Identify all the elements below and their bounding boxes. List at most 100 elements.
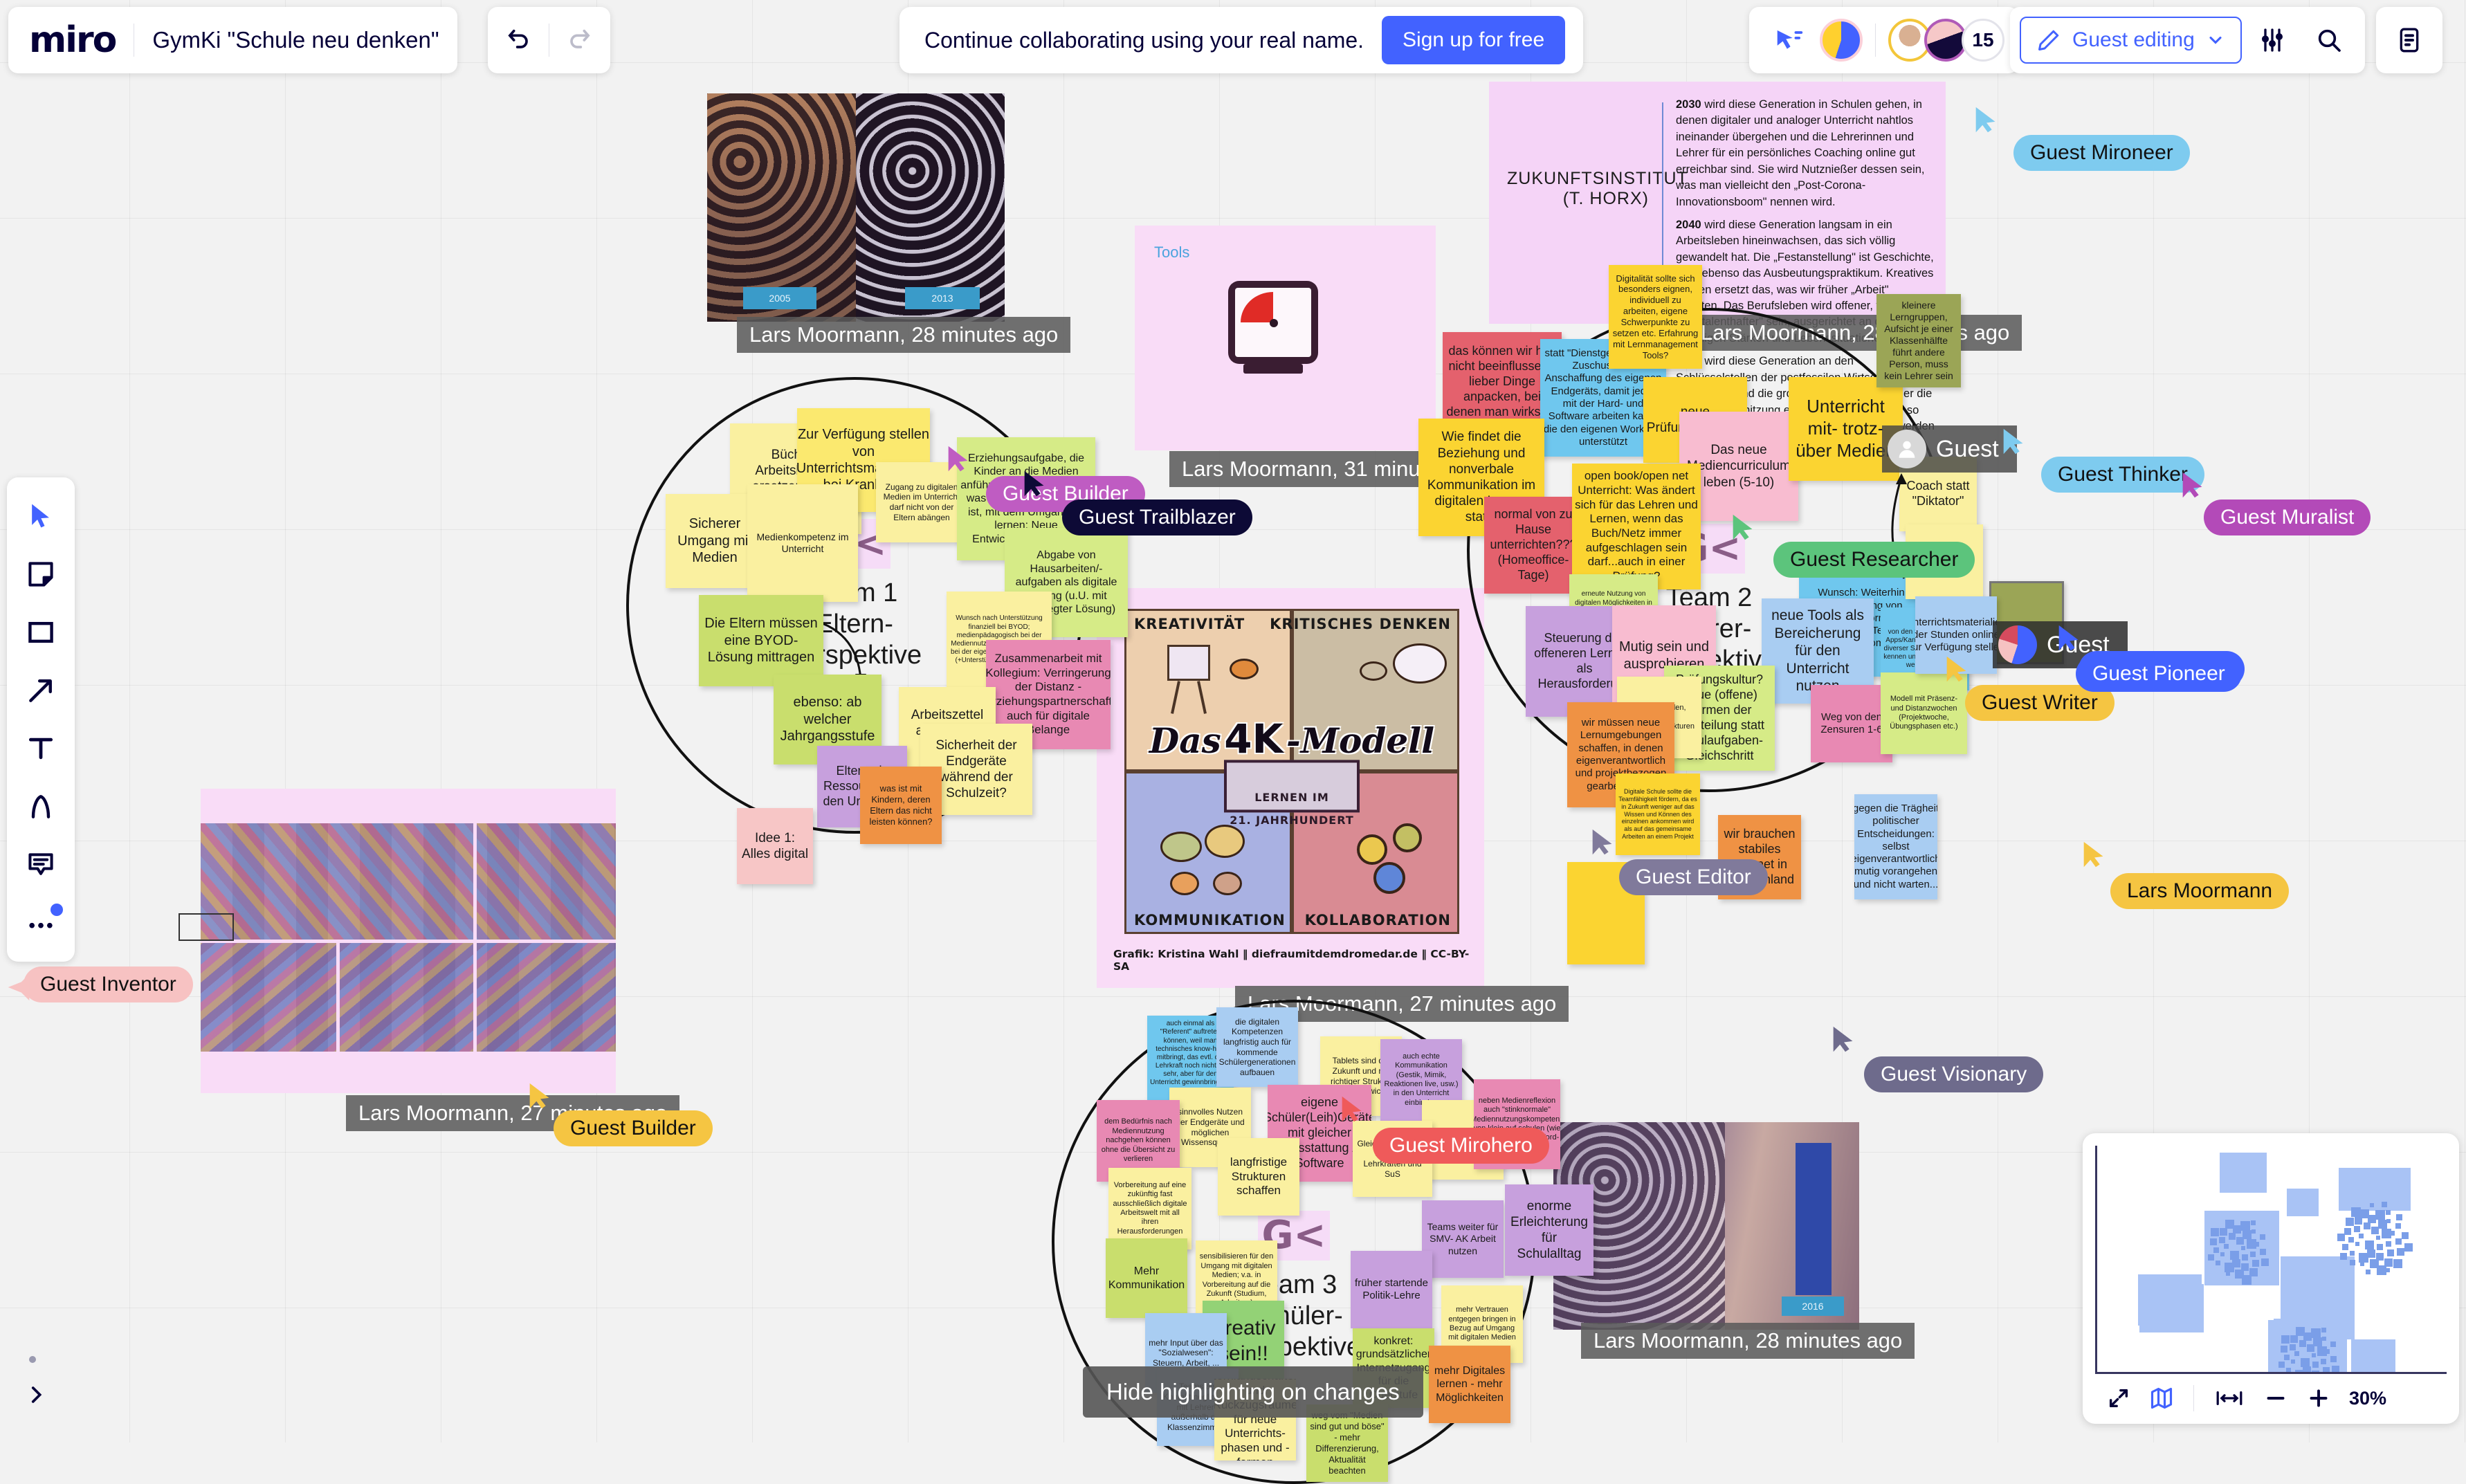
notes-button[interactable] [2383, 15, 2436, 65]
minimap-note [2260, 1249, 2266, 1255]
minimap-note [2281, 1346, 2287, 1353]
board-title[interactable]: GymKi "Schule neu denken" [152, 27, 439, 53]
sticky-note-tool[interactable] [15, 548, 67, 601]
zoom-level-label[interactable]: 30% [2349, 1388, 2386, 1409]
minimap-note [2294, 1351, 2299, 1356]
poster-title-modell: -Modell [1286, 720, 1434, 761]
minimap-note [2404, 1243, 2413, 1252]
frame-tools[interactable]: Tools [1135, 226, 1436, 450]
avatar-collaborator-1[interactable] [1820, 19, 1863, 62]
minimap-note [2224, 1244, 2229, 1249]
author-chip-conclave: Lars Moormann, 28 minutes ago [737, 317, 1070, 353]
sticky-note[interactable]: Digitalität sollte sich besonders eignen… [1609, 265, 1702, 369]
sidebar-indicator-dot [29, 1356, 36, 1363]
minimap-note [2311, 1328, 2321, 1338]
sticky-note[interactable]: kleinere Lerngruppen, Aufsicht je einer … [1876, 294, 1961, 387]
arrow-tool[interactable] [15, 664, 67, 717]
minimap-note [2395, 1223, 2401, 1229]
left-toolbar [7, 477, 75, 962]
logo-and-title-group: miro GymKi "Schule neu denken" [8, 7, 457, 73]
zoom-out-button[interactable] [2256, 1379, 2295, 1418]
minimap-note [2213, 1247, 2219, 1253]
minimap-note [2393, 1259, 2402, 1268]
guest-avatar-label: Guest [1936, 436, 1999, 463]
fit-to-screen-button[interactable] [2099, 1379, 2138, 1418]
sticky-note[interactable]: Mehr Kommunikation [1106, 1238, 1187, 1318]
sticky-note[interactable]: die digitalen Kompetenzen langfristig au… [1216, 1007, 1298, 1087]
select-tool[interactable] [15, 490, 67, 542]
minimap-note [2313, 1337, 2322, 1346]
minimap-canvas[interactable] [2095, 1146, 2447, 1374]
minimap-note [2321, 1328, 2326, 1332]
zoom-in-button[interactable] [2299, 1379, 2338, 1418]
minimap-note [2229, 1233, 2236, 1240]
more-tools[interactable] [15, 897, 67, 949]
shape-tool[interactable] [15, 606, 67, 659]
undo-button[interactable] [493, 15, 546, 65]
redo-button[interactable] [552, 15, 605, 65]
search-button[interactable] [2303, 15, 2355, 65]
sign-up-button[interactable]: Sign up for free [1382, 16, 1565, 64]
comment-tool[interactable] [15, 839, 67, 891]
minimap-note [2378, 1220, 2387, 1229]
sticky-note[interactable]: normal von zu Hause unterrichten??? (Hom… [1484, 497, 1582, 594]
minimap-panel[interactable]: 30% [2083, 1133, 2459, 1424]
sticky-note[interactable]: Digitale Schule sollte die Teamfähigkeit… [1616, 773, 1700, 855]
minimap-note [2351, 1207, 2361, 1217]
minimap-note [2301, 1358, 2310, 1367]
sticky-note[interactable]: open book/open net Unterricht: Was änder… [1572, 464, 1701, 589]
cursor-label-guest-mironeer: Guest Mironeer [2013, 135, 2190, 171]
sticky-note[interactable]: gegen die Trägheit politischer Entscheid… [1854, 794, 1937, 899]
status-tooltip-hide-highlighting: Hide highlighting on changes [1083, 1366, 1423, 1418]
pen-tool[interactable] [15, 780, 67, 833]
sticky-note[interactable]: früher startende Politik-Lehre [1351, 1251, 1432, 1328]
minimap-toggle-button[interactable] [2142, 1379, 2181, 1418]
note-zukunftsinstitut[interactable]: ZUKUNFTSINSTITUT (T. HORX) 2030 wird die… [1489, 82, 1946, 324]
collaborator-count-badge[interactable]: 15 [1962, 19, 2004, 62]
minimap-note [2364, 1222, 2371, 1229]
miro-logo[interactable]: miro [29, 19, 116, 61]
time-timer-image [1228, 281, 1318, 378]
sticky-note[interactable]: langfristige Strukturen schaffen [1218, 1138, 1299, 1216]
sticky-note[interactable]: mehr Digitales lernen - mehr Möglichkeit… [1429, 1346, 1510, 1423]
photo-selfie-crowd[interactable]: 2016 [1553, 1122, 1859, 1330]
sticky-note[interactable]: Medienkompetenz im Unterricht [747, 484, 858, 602]
sticky-note[interactable]: Die Eltern müssen eine BYOD-Lösung mittr… [699, 595, 823, 686]
minimap-note [2370, 1203, 2374, 1207]
minimap-note [2386, 1210, 2391, 1215]
minimap-note [2290, 1344, 2296, 1350]
minimap-block [2351, 1339, 2395, 1373]
share-cursor-icon[interactable] [1763, 15, 1816, 65]
avatar-collaborator-3[interactable] [1924, 19, 1967, 62]
sticky-note[interactable]: Teams weiter für SMV- AK Arbeit nutzen [1422, 1200, 1504, 1278]
minimap-block [2287, 1189, 2319, 1216]
selection-handle-box[interactable] [179, 913, 234, 941]
guest-editing-dropdown[interactable]: Guest editing [2020, 17, 2242, 64]
poster-label-kreativitaet: KREATIVITÄT [1134, 616, 1245, 632]
expand-sidebar-button[interactable] [18, 1377, 54, 1413]
minimap-note [2216, 1261, 2220, 1265]
minimap-note [2260, 1234, 2265, 1240]
minimap-note [2252, 1260, 2259, 1267]
photo-workshop-collage[interactable] [201, 789, 616, 1093]
sticky-note[interactable]: enorme Erleichterung für Schulalltag [1505, 1184, 1593, 1276]
guest-avatar-badge-1[interactable]: Guest [1882, 425, 2017, 473]
minimap-note [2225, 1263, 2234, 1272]
sticky-note[interactable]: was ist mit Kindern, deren Eltern das ni… [860, 767, 942, 844]
photo-conclave[interactable]: 2005 2013 [707, 93, 1005, 322]
minimap-note [2230, 1251, 2239, 1260]
text-tool[interactable] [15, 722, 67, 775]
poster-4k-modell[interactable]: KREATIVITÄT KRITISCHES DENKEN KOMMUNIKAT… [1097, 588, 1484, 988]
minimap-note [2386, 1268, 2390, 1272]
minimap-note [2377, 1265, 2386, 1275]
cursor-label-guest-trailblazer: Guest Trailblazer [1062, 500, 1252, 535]
sticky-note[interactable]: Idee 1: Alles digital [737, 808, 813, 884]
minimap-note [2290, 1335, 2298, 1343]
sticky-note[interactable]: Vorbereitung auf eine zukünftig fast aus… [1108, 1168, 1191, 1249]
divider [2193, 1385, 2194, 1411]
board-settings-button[interactable] [2246, 15, 2299, 65]
poster-label-kommunikation: KOMMUNIKATION [1134, 912, 1286, 928]
minimap-note [2355, 1242, 2359, 1246]
minimap-note [2386, 1241, 2391, 1247]
zoom-reset-button[interactable] [2207, 1379, 2252, 1418]
